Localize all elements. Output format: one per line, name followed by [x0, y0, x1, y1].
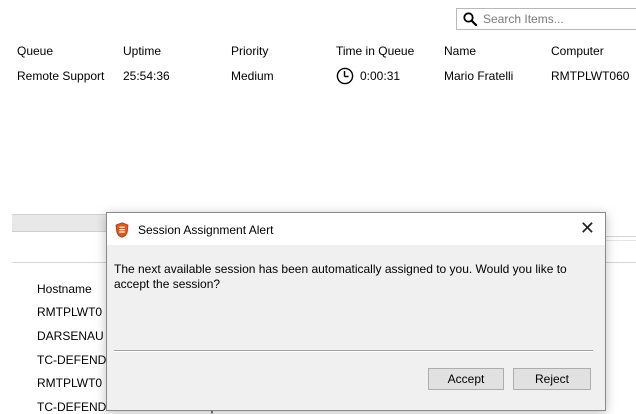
- dialog-title-bar[interactable]: Session Assignment Alert ✕: [107, 213, 605, 245]
- close-icon[interactable]: ✕: [580, 219, 595, 237]
- dialog-message: The next available session has been auto…: [114, 262, 567, 291]
- divider: [606, 240, 636, 241]
- computer-cell: RMTPLWT060: [551, 69, 630, 83]
- column-header-queue[interactable]: Queue: [17, 44, 53, 58]
- search-icon: [463, 12, 477, 26]
- shield-icon: [115, 222, 129, 238]
- divider: [606, 262, 636, 263]
- list-item[interactable]: TC-DEFEND: [37, 353, 106, 367]
- session-assignment-dialog: Session Assignment Alert ✕ The next avai…: [106, 212, 606, 411]
- uptime-cell: 25:54:36: [123, 69, 170, 83]
- dialog-title: Session Assignment Alert: [138, 223, 274, 237]
- time-in-queue-cell: 0:00:31: [336, 67, 400, 85]
- time-in-queue-value: 0:00:31: [360, 69, 401, 83]
- priority-cell: Medium: [231, 69, 274, 83]
- search-box[interactable]: [456, 8, 636, 30]
- accept-button[interactable]: Accept: [428, 368, 504, 390]
- clock-icon: [336, 67, 354, 85]
- column-header-computer[interactable]: Computer: [551, 44, 604, 58]
- table-row[interactable]: Remote Support 25:54:36 Medium 0:00:31 M…: [0, 67, 636, 87]
- hostname-column-header[interactable]: Hostname: [37, 282, 92, 296]
- column-header-uptime[interactable]: Uptime: [123, 44, 161, 58]
- queue-cell: Remote Support: [17, 69, 105, 83]
- column-header-name[interactable]: Name: [444, 44, 476, 58]
- divider: [606, 236, 636, 237]
- list-item[interactable]: DARSENAU: [37, 329, 104, 343]
- list-item[interactable]: RMTPLWT0: [37, 376, 102, 390]
- name-cell: Mario Fratelli: [444, 69, 514, 83]
- list-item[interactable]: RMTPLWT0: [37, 305, 102, 319]
- queue-table-header: Queue Uptime Priority Time in Queue Name…: [0, 44, 636, 62]
- pane-splitter[interactable]: [12, 214, 112, 232]
- reject-button[interactable]: Reject: [513, 368, 591, 390]
- dialog-divider: [114, 350, 593, 351]
- divider: [12, 262, 108, 263]
- column-header-time-in-queue[interactable]: Time in Queue: [336, 44, 414, 58]
- search-input[interactable]: [483, 12, 623, 26]
- column-header-priority[interactable]: Priority: [231, 44, 268, 58]
